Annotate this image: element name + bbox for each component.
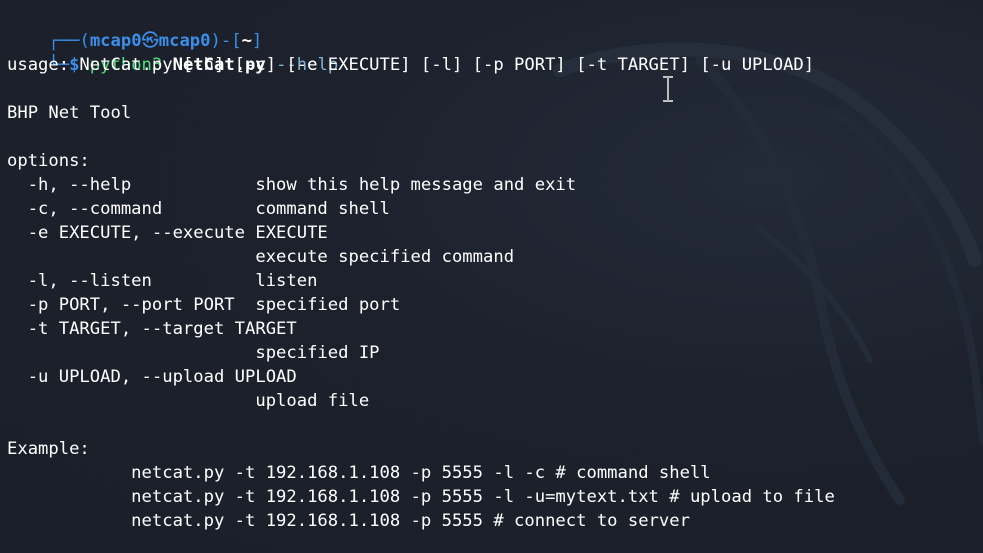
command-line: └─$ python3 NetCat.py --help [7,29,338,75]
option-line: -h, --help show this help message and ex… [7,175,577,195]
option-line: -p PORT, --port PORT specified port [7,295,401,315]
i-beam-cursor-icon [663,76,673,102]
description-line: BHP Net Tool [7,103,132,123]
option-line: -u UPLOAD, --upload UPLOAD [7,367,297,387]
option-line: -l, --listen listen [7,271,318,291]
prompt-line-1: ┌──(mcap0㉿mcap0)-[~] [7,5,262,51]
example-line: netcat.py -t 192.168.1.108 -p 5555 -l -u… [7,487,835,507]
example-header: Example: [7,439,90,459]
option-line: -t TARGET, --target TARGET [7,319,297,339]
option-line: specified IP [7,343,380,363]
example-line: netcat.py -t 192.168.1.108 -p 5555 -l -c… [7,463,711,483]
example-line: netcat.py -t 192.168.1.108 -p 5555 # con… [7,511,690,531]
option-line: -e EXECUTE, --execute EXECUTE [7,223,328,243]
option-line: execute specified command [7,247,515,267]
option-line: -c, --command command shell [7,199,390,219]
options-header: options: [7,151,90,171]
terminal-window[interactable]: ┌──(mcap0㉿mcap0)-[~] └─$ python3 NetCat.… [0,0,983,553]
usage-line: usage: NetCat.py [-h] [-c] [-e EXECUTE] … [7,55,815,75]
option-line: upload file [7,391,370,411]
